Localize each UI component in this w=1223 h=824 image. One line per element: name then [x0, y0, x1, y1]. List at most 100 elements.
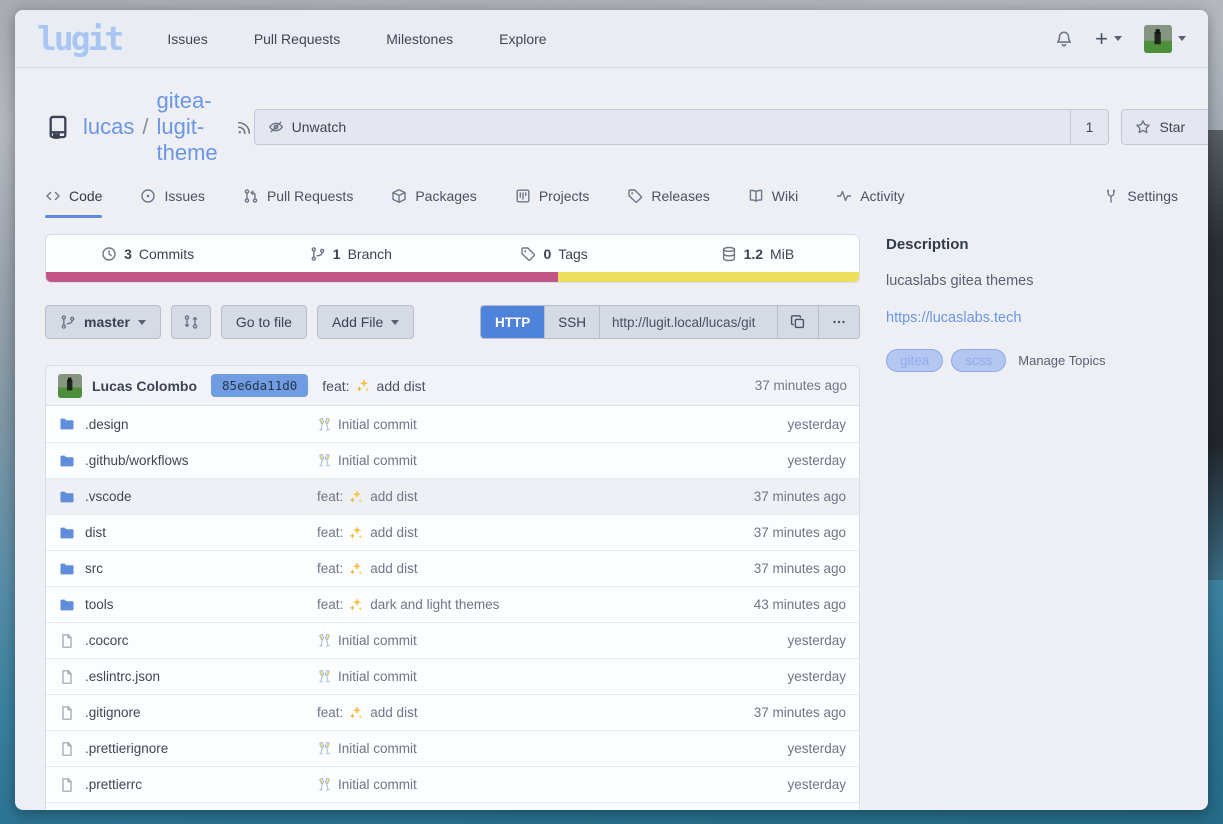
notifications-bell-icon[interactable]: [1055, 30, 1073, 48]
repo-owner-link[interactable]: lucas: [83, 114, 134, 140]
file-name-link[interactable]: src: [85, 561, 103, 576]
topic-pill-scss[interactable]: scss: [951, 349, 1006, 372]
nav-item-explore[interactable]: Explore: [499, 31, 546, 47]
sparkles-icon: [356, 378, 371, 393]
tab-issues[interactable]: Issues: [140, 188, 204, 218]
compare-button[interactable]: [171, 305, 211, 339]
nav-item-pull-requests[interactable]: Pull Requests: [254, 31, 340, 47]
unwatch-button[interactable]: Unwatch1: [254, 109, 1110, 145]
manage-topics-link[interactable]: Manage Topics: [1018, 353, 1105, 368]
tab-code[interactable]: Code: [45, 188, 102, 218]
commit-message-link[interactable]: feat: dark and light themes: [317, 597, 754, 612]
file-name-link[interactable]: .design: [85, 417, 129, 432]
topic-pill-gitea[interactable]: gitea: [886, 349, 943, 372]
lugit-logo[interactable]: lugit: [37, 19, 121, 58]
file-icon: [59, 633, 75, 649]
commit-message-prefix: feat:: [317, 561, 343, 576]
tab-projects[interactable]: Projects: [515, 188, 590, 218]
file-name-link[interactable]: .cocorc: [85, 633, 129, 648]
repo-name-link[interactable]: gitea-lugit-theme: [156, 88, 217, 166]
nav-item-issues[interactable]: Issues: [167, 31, 207, 47]
commit-message-link[interactable]: Initial commit: [317, 741, 787, 756]
commit-message-link[interactable]: feat: add dist: [317, 705, 754, 720]
table-row[interactable]: .vscode feat: add dist 37 minutes ago: [46, 478, 859, 514]
tab-settings[interactable]: Settings: [1103, 188, 1178, 218]
tab-packages[interactable]: Packages: [391, 188, 476, 218]
stat-mib[interactable]: 1.2MiB: [656, 235, 859, 272]
table-row[interactable]: dist feat: add dist 37 minutes ago: [46, 514, 859, 550]
description-text: lucaslabs gitea themes: [886, 273, 1178, 289]
table-row[interactable]: .github/workflows Initial commit yesterd…: [46, 442, 859, 478]
plus-icon: +: [1095, 28, 1108, 50]
file-name-link[interactable]: .eslintrc.json: [85, 669, 160, 684]
glasses-icon: [317, 669, 332, 684]
commit-date: yesterday: [787, 777, 846, 792]
table-row[interactable]: .gitignore feat: add dist 37 minutes ago: [46, 694, 859, 730]
table-row[interactable]: .prettierrc Initial commit yesterday: [46, 766, 859, 802]
file-cell: dist: [59, 525, 317, 541]
copy-url-button[interactable]: [777, 306, 818, 338]
glasses-icon: [317, 453, 332, 468]
branch-selector[interactable]: master: [45, 305, 161, 339]
language-segment-scss[interactable]: [46, 272, 558, 282]
commit-message-link[interactable]: Initial commit: [317, 633, 787, 648]
commit-message-link[interactable]: Initial commit: [317, 453, 787, 468]
repo-icon: [45, 114, 71, 140]
create-new-button[interactable]: +: [1095, 28, 1122, 50]
file-cell: .prettierignore: [59, 741, 317, 757]
action-count[interactable]: 1: [1070, 110, 1109, 144]
commit-message-link[interactable]: feat: add dist: [317, 561, 754, 576]
clone-url-field[interactable]: http://lugit.local/lucas/git: [599, 306, 777, 338]
go-to-file-label: Go to file: [236, 314, 292, 330]
book-icon: [748, 188, 764, 204]
commit-message-link[interactable]: Initial commit: [317, 777, 787, 792]
table-row[interactable]: .design Initial commit yesterday: [46, 406, 859, 442]
commit-message-text: Initial commit: [338, 417, 417, 432]
issue-icon: [140, 188, 156, 204]
tab-label: Projects: [539, 188, 590, 204]
branch-name: master: [84, 314, 130, 330]
tab-wiki[interactable]: Wiki: [748, 188, 798, 218]
add-file-button[interactable]: Add File: [317, 305, 414, 339]
tab-activity[interactable]: Activity: [836, 188, 904, 218]
table-row[interactable]: .prettierignore Initial commit yesterday: [46, 730, 859, 766]
commit-message-link[interactable]: feat: add dist: [317, 489, 754, 504]
rss-icon[interactable]: [236, 118, 254, 136]
commit-message-link[interactable]: Initial commit: [317, 669, 787, 684]
file-name-link[interactable]: .github/workflows: [85, 453, 189, 468]
commit-message-link[interactable]: feat: add dist: [317, 525, 754, 540]
table-row[interactable]: .cocorc Initial commit yesterday: [46, 622, 859, 658]
file-name-link[interactable]: .prettierrc: [85, 777, 142, 792]
commit-author-link[interactable]: Lucas Colombo: [92, 378, 197, 394]
table-row[interactable]: tools feat: dark and light themes 43 min…: [46, 586, 859, 622]
stat-value: 0: [543, 246, 551, 262]
clone-ssh-button[interactable]: SSH: [544, 306, 599, 338]
file-name-link[interactable]: .vscode: [85, 489, 132, 504]
stat-branch[interactable]: 1Branch: [249, 235, 452, 272]
file-name-link[interactable]: .gitignore: [85, 705, 141, 720]
star-button[interactable]: Star0: [1121, 109, 1208, 145]
tab-releases[interactable]: Releases: [627, 188, 709, 218]
commit-message-link[interactable]: Initial commit: [317, 417, 787, 432]
file-name-link[interactable]: dist: [85, 525, 106, 540]
file-name-link[interactable]: .prettierignore: [85, 741, 168, 756]
tab-pull-requests[interactable]: Pull Requests: [243, 188, 353, 218]
folder-icon: [59, 597, 75, 613]
more-options-button[interactable]: [818, 306, 859, 338]
glasses-icon: [317, 417, 332, 432]
stat-commits[interactable]: 3Commits: [46, 235, 249, 272]
commit-message-link[interactable]: feat: add dist: [322, 378, 425, 394]
table-row[interactable]: .eslintrc.json Initial commit yesterday: [46, 658, 859, 694]
stat-tags[interactable]: 0Tags: [453, 235, 656, 272]
clone-http-button[interactable]: HTTP: [481, 306, 544, 338]
go-to-file-button[interactable]: Go to file: [221, 305, 307, 339]
commit-hash-badge[interactable]: 85e6da11d0: [211, 374, 308, 397]
website-link[interactable]: https://lucaslabs.tech: [886, 310, 1178, 326]
user-menu[interactable]: [1144, 25, 1186, 53]
language-bar[interactable]: [46, 272, 859, 282]
nav-item-milestones[interactable]: Milestones: [386, 31, 453, 47]
file-name-link[interactable]: tools: [85, 597, 114, 612]
table-row[interactable]: src feat: add dist 37 minutes ago: [46, 550, 859, 586]
language-segment-javascript[interactable]: [558, 272, 859, 282]
table-row[interactable]: LICENSE Initial commit yesterday: [46, 802, 859, 810]
